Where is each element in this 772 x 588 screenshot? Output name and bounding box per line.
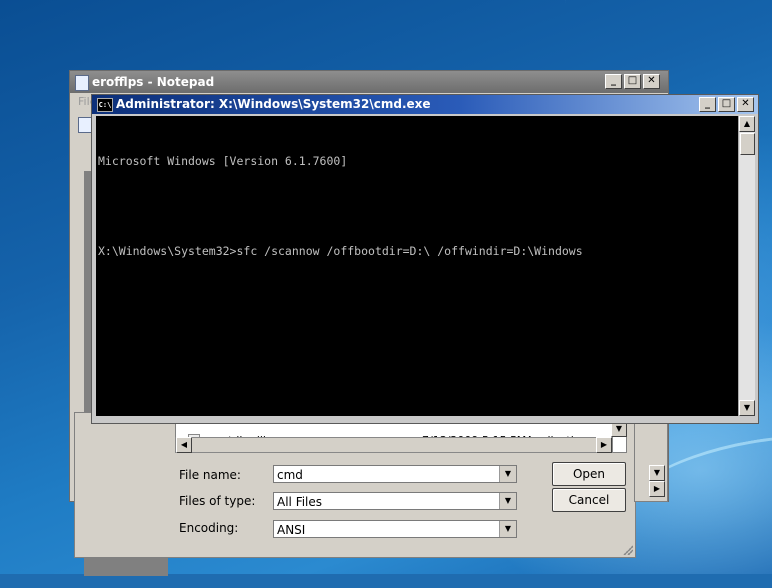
cmd-window: C:\ Administrator: X:\Windows\System32\c… [91,94,759,424]
scroll-down-button[interactable]: ▼ [649,465,665,481]
console-line: X:\Windows\System32>sfc /scannow /offboo… [98,244,583,258]
close-button[interactable]: ✕ [643,74,660,89]
scroll-up-button[interactable]: ▲ [739,116,755,132]
list-horizontal-scrollbar[interactable]: ◀ ▶ [175,437,613,453]
files-of-type-label: Files of type: [179,494,256,508]
notepad-title: erofflps - Notepad [92,75,215,89]
minimize-button[interactable]: _ [699,97,716,112]
minimize-button[interactable]: _ [605,74,622,89]
files-of-type-value: All Files [277,495,323,509]
maximize-button[interactable]: □ [624,74,641,89]
encoding-select[interactable]: ANSI ▼ [273,520,517,538]
scroll-right-button[interactable]: ▶ [596,437,612,453]
console-scrollbar[interactable]: ▲ ▼ [738,116,755,416]
scroll-thumb[interactable] [740,133,755,155]
scroll-down-button[interactable]: ▼ [739,400,755,416]
close-button[interactable]: ✕ [737,97,754,112]
file-name-value: cmd [277,468,303,482]
cancel-button[interactable]: Cancel [552,488,626,512]
console-output[interactable]: Microsoft Windows [Version 6.1.7600] X:\… [96,116,738,416]
maximize-button[interactable]: □ [718,97,735,112]
cmd-icon: C:\ [97,98,113,112]
encoding-label: Encoding: [179,521,239,535]
file-name-input[interactable]: cmd ▼ [273,465,517,483]
file-name-label: File name: [179,468,241,482]
scroll-right-button[interactable]: ▶ [649,481,665,497]
chevron-down-icon[interactable]: ▼ [499,521,516,537]
file-icon [78,117,92,133]
open-button[interactable]: Open [552,462,626,486]
background-dialog-fragment: ▼ ▶ [634,420,668,502]
chevron-down-icon[interactable]: ▼ [499,493,516,509]
resize-grip-icon[interactable] [623,545,633,555]
files-of-type-select[interactable]: All Files ▼ [273,492,517,510]
notepad-titlebar[interactable]: erofflps - Notepad _ □ ✕ [70,71,668,93]
encoding-value: ANSI [277,523,306,537]
cmd-titlebar[interactable]: C:\ Administrator: X:\Windows\System32\c… [92,95,758,114]
scroll-left-button[interactable]: ◀ [176,437,192,453]
chevron-down-icon[interactable]: ▼ [499,466,516,482]
cmd-title: Administrator: X:\Windows\System32\cmd.e… [116,97,431,111]
notepad-icon [75,75,89,91]
open-dialog: cryptdlg.dll 7/13/2009 5:15 PM Applicati… [74,412,636,558]
console-line: Microsoft Windows [Version 6.1.7600] [98,154,348,168]
